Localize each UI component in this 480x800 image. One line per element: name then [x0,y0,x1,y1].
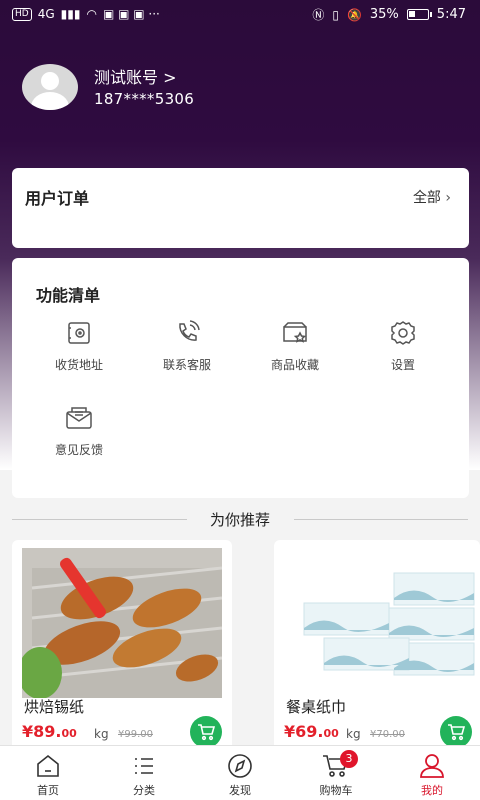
function-label: 收货地址 [54,358,103,372]
functions-title: 功能清单 [36,286,101,305]
gear-icon [358,318,448,348]
product-original-price: ¥70.00 [370,729,405,740]
product-name: 烘焙锡纸 [24,698,85,716]
orders-all-link[interactable]: 全部 › [413,187,451,207]
tab-cart[interactable]: 3 购物车 [288,750,384,798]
hd-indicator: HD [12,7,32,21]
function-item-favorites[interactable]: 商品收藏 [250,318,340,373]
product-unit: kg [94,727,109,741]
add-to-cart-button[interactable] [440,716,472,748]
recommend-heading: 为你推荐 [0,504,480,534]
function-label: 联系客服 [162,358,211,372]
tab-label: 发现 [229,784,251,797]
product-price: ¥89.00 [22,722,77,741]
tab-discover[interactable]: 发现 [192,752,288,798]
network-indicator: 4G [37,7,55,21]
tab-label: 购物车 [319,784,353,797]
product-card[interactable]: 餐桌纸巾 ¥69.00 kg ¥70.00 [274,540,480,755]
notification-icons: ▣ ▣ ▣ ··· [102,7,160,21]
function-item-service[interactable]: 联系客服 [142,318,232,373]
product-name: 餐桌纸巾 [286,698,347,716]
vibrate-icon: ▯ [332,7,339,22]
orders-title: 用户订单 [25,189,90,208]
list-icon [96,752,192,780]
cart-icon: 3 [288,750,384,780]
cart-badge: 3 [340,750,358,768]
clock: 5:47 [436,7,466,22]
tab-label: 分类 [133,784,155,797]
tab-label: 我的 [421,784,443,797]
cart-icon [198,724,215,741]
function-item-feedback[interactable]: 意见反馈 [34,403,124,458]
signal-icon: ▮▮▮ [60,7,81,21]
tab-home[interactable]: 首页 [0,752,96,798]
compass-icon [192,752,288,780]
wifi-icon: ◠ [86,7,97,21]
function-label: 商品收藏 [270,358,319,372]
mail-icon [34,403,124,433]
orders-card: 用户订单 全部 › [12,168,469,248]
product-image-tissue [284,548,480,698]
status-bar: HD 4G ▮▮▮ ◠ ▣ ▣ ▣ ··· Ⓝ ▯ 🔕 35% 5:47 [0,0,480,30]
product-card[interactable]: 烘焙锡纸 ¥89.00 kg ¥99.00 [12,540,232,755]
battery-icon [406,9,432,20]
recommend-title: 为你推荐 [209,511,270,529]
cart-icon [448,724,465,741]
nfc-icon: Ⓝ [312,8,325,22]
home-icon [0,752,96,780]
function-label: 设置 [390,358,415,372]
avatar[interactable] [22,64,78,110]
product-image-foil [22,548,222,698]
tab-mine[interactable]: 我的 [384,752,480,798]
phone-icon [142,318,232,348]
star-wallet-icon [250,318,340,348]
profile-name-link[interactable]: 测试账号 > [94,64,177,88]
tab-label: 首页 [37,784,59,797]
product-unit: kg [346,727,361,741]
function-label: 意见反馈 [54,443,103,457]
safe-address-icon [34,318,124,348]
chevron-right-icon: › [445,190,451,206]
battery-percent: 35% [369,7,399,22]
product-original-price: ¥99.00 [118,729,153,740]
user-icon [384,752,480,780]
add-to-cart-button[interactable] [190,716,222,748]
profile-phone: 187****5306 [94,90,195,108]
function-item-settings[interactable]: 设置 [358,318,448,373]
product-price: ¥69.00 [284,722,339,741]
functions-card: 功能清单 收货地址 联系客服 商品收藏 设置 意见反馈 [12,258,469,498]
mute-icon: 🔕 [346,7,362,22]
bottom-tab-bar: 首页 分类 发现 3 购物车 我的 [0,745,480,800]
orders-all-label: 全部 [412,190,441,206]
tab-category[interactable]: 分类 [96,752,192,798]
function-item-address[interactable]: 收货地址 [34,318,124,373]
